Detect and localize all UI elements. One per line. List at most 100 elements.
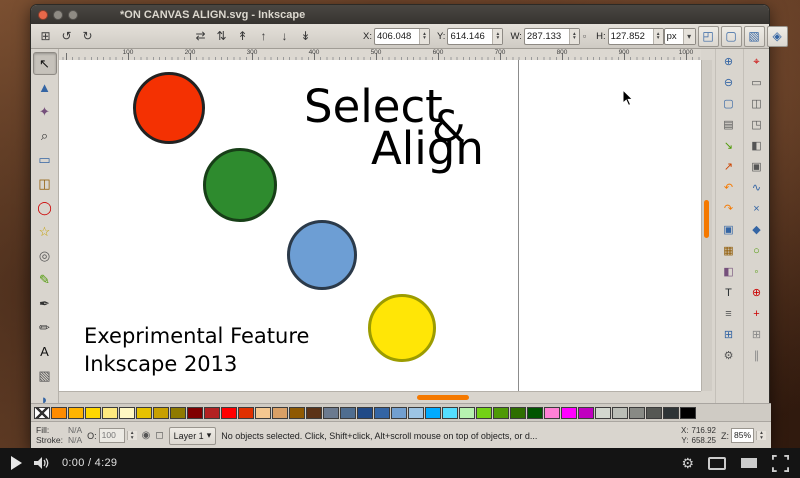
color-swatch[interactable] [510, 407, 526, 419]
x-field-down-icon[interactable]: ▾ [420, 36, 429, 41]
color-swatch[interactable] [595, 407, 611, 419]
color-swatch[interactable] [561, 407, 577, 419]
zoom-out-icon[interactable]: ⊖ [719, 74, 739, 93]
zoom-spinner[interactable]: ▴▾ [756, 431, 766, 440]
color-swatch[interactable] [340, 407, 356, 419]
paste-icon[interactable]: ▦ [719, 242, 739, 261]
snap-bbox-center-icon[interactable]: ▣ [747, 158, 767, 177]
color-swatch[interactable] [289, 407, 305, 419]
copy-icon[interactable]: ▣ [719, 221, 739, 240]
opacity-spinner[interactable]: ▴▾ [127, 431, 137, 440]
canvas-caption-line2[interactable]: Inkscape 2013 [84, 352, 237, 376]
affect-gradient-icon[interactable]: ◈ [767, 26, 788, 47]
vertical-scrollbar[interactable] [701, 60, 712, 391]
gradient-tool[interactable]: ▧ [33, 364, 57, 387]
units-select[interactable]: px▾ [664, 28, 696, 45]
fill-value[interactable]: N/A [68, 426, 82, 435]
color-swatch[interactable] [646, 407, 662, 419]
layer-visibility-icon[interactable]: ◉ [142, 430, 151, 441]
color-swatch[interactable] [68, 407, 84, 419]
select-all-icon[interactable]: ⊞ [35, 26, 56, 47]
snap-bbox-icon[interactable]: ▭ [747, 74, 767, 93]
color-swatch[interactable] [629, 407, 645, 419]
color-swatch[interactable] [255, 407, 271, 419]
zoom-tool[interactable]: ⌕ [33, 124, 57, 147]
snap-midpoint-icon[interactable]: ◦ [747, 263, 767, 282]
color-swatch[interactable] [527, 407, 543, 419]
color-swatch[interactable] [119, 407, 135, 419]
snap-rotation-center-icon[interactable]: + [747, 305, 767, 324]
text-dialog-icon[interactable]: T [719, 284, 739, 303]
play-button[interactable] [11, 456, 22, 470]
zoom-input[interactable]: 85% [731, 428, 754, 443]
stroke-value[interactable]: N/A [68, 436, 82, 445]
units-caret-icon[interactable]: ▾ [683, 29, 695, 44]
color-swatch[interactable] [153, 407, 169, 419]
green-circle[interactable] [203, 148, 277, 222]
color-swatch[interactable] [306, 407, 322, 419]
color-swatch[interactable] [323, 407, 339, 419]
minimize-button[interactable] [53, 10, 63, 20]
snap-cusp-node-icon[interactable]: ◆ [747, 221, 767, 240]
color-swatch[interactable] [544, 407, 560, 419]
rotate-cw-icon[interactable]: ↻ [77, 26, 98, 47]
tweak-tool[interactable]: ✦ [33, 100, 57, 123]
align-dialog-icon[interactable]: ⊞ [719, 326, 739, 345]
fullscreen-icon[interactable] [772, 455, 789, 472]
maximize-button[interactable] [68, 10, 78, 20]
y-field-value[interactable]: 614.146 [448, 29, 492, 44]
import-icon[interactable]: ↘ [719, 137, 739, 156]
blue-circle[interactable] [287, 220, 357, 290]
theater-mode-icon[interactable] [740, 457, 758, 469]
no-color-swatch[interactable] [34, 407, 50, 419]
w-field-value[interactable]: 287.133 [525, 29, 569, 44]
horizontal-scrollbar[interactable] [59, 391, 701, 403]
canvas[interactable]: Select & Align Exeprimental Feature Inks… [59, 60, 701, 391]
color-swatch[interactable] [391, 407, 407, 419]
layer-selector[interactable]: Layer 1 ▾ [169, 427, 217, 445]
layers-dialog-icon[interactable]: ≡ [719, 305, 739, 324]
spiral-tool[interactable]: ◎ [33, 244, 57, 267]
fill-stroke-dialog-icon[interactable]: ◧ [719, 263, 739, 282]
lock-ratio-icon[interactable]: ▫ [583, 31, 586, 41]
pencil-tool[interactable]: ✎ [33, 268, 57, 291]
color-swatch[interactable] [357, 407, 373, 419]
h-field-down-icon[interactable]: ▾ [654, 36, 663, 41]
snap-grid-icon[interactable]: ⊞ [747, 326, 767, 345]
color-swatch[interactable] [680, 407, 696, 419]
close-button[interactable] [38, 10, 48, 20]
color-swatch[interactable] [85, 407, 101, 419]
volume-icon[interactable] [33, 456, 51, 470]
color-swatch[interactable] [578, 407, 594, 419]
zoom-in-icon[interactable]: ⊕ [719, 53, 739, 72]
selector-tool[interactable]: ↖ [33, 52, 57, 75]
color-swatch[interactable] [493, 407, 509, 419]
color-swatch[interactable] [51, 407, 67, 419]
settings-gear-icon[interactable]: ⚙ [681, 456, 694, 470]
pen-tool[interactable]: ✒ [33, 292, 57, 315]
w-field[interactable]: 287.133▴▾ [524, 28, 580, 45]
w-field-down-icon[interactable]: ▾ [570, 36, 579, 41]
vertical-scrollbar-thumb[interactable] [704, 200, 709, 238]
export-icon[interactable]: ↗ [719, 158, 739, 177]
w-field-spinner[interactable]: ▴▾ [569, 29, 579, 44]
color-swatch[interactable] [272, 407, 288, 419]
snap-toggle-icon[interactable]: ⌖ [747, 53, 767, 72]
zoom-page-icon[interactable]: ▢ [719, 95, 739, 114]
star-tool[interactable]: ☆ [33, 220, 57, 243]
snap-object-center-icon[interactable]: ⊕ [747, 284, 767, 303]
undo-icon[interactable]: ↶ [719, 179, 739, 198]
titlebar[interactable]: *ON CANVAS ALIGN.svg - Inkscape [31, 5, 769, 24]
ellipse-tool[interactable]: ◯ [33, 196, 57, 219]
snap-smooth-node-icon[interactable]: ○ [747, 242, 767, 261]
raise-to-top-icon[interactable]: ↟ [232, 26, 253, 47]
color-swatch[interactable] [136, 407, 152, 419]
color-swatch[interactable] [459, 407, 475, 419]
affect-corners-icon[interactable]: ▧ [744, 26, 765, 47]
yellow-circle[interactable] [368, 294, 436, 362]
preferences-icon[interactable]: ⚙ [719, 347, 739, 366]
rotate-ccw-icon[interactable]: ↺ [56, 26, 77, 47]
color-swatch[interactable] [476, 407, 492, 419]
opacity-input[interactable]: 100 [99, 428, 125, 443]
red-circle[interactable] [133, 72, 205, 144]
